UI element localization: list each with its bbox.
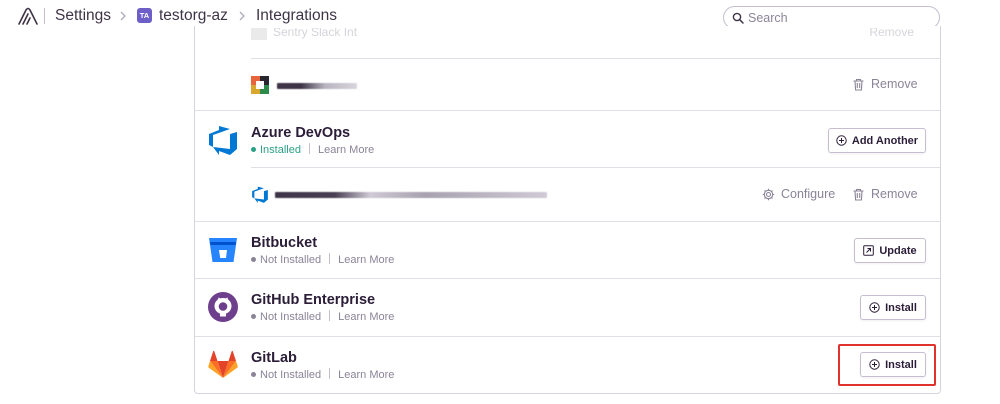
breadcrumb-org[interactable]: testorg-az	[159, 6, 228, 26]
status-label: Not Installed	[260, 369, 322, 381]
logo-divider	[44, 8, 45, 24]
bitbucket-logo-icon	[209, 238, 237, 262]
status-label: Not Installed	[260, 311, 322, 323]
remove-button[interactable]: Remove	[852, 77, 918, 91]
status-label: Not Installed	[260, 254, 322, 266]
trash-icon	[853, 78, 864, 91]
install-label: Install	[885, 358, 917, 371]
integration-name: Bitbucket	[251, 235, 318, 251]
status-label: Installed	[260, 144, 301, 156]
install-label: Install	[885, 301, 917, 314]
row-divider	[251, 58, 940, 59]
update-label: Update	[879, 244, 917, 257]
github-logo-icon	[208, 292, 238, 322]
sentry-logo-icon[interactable]	[17, 6, 39, 26]
learn-more-link[interactable]: Learn More	[338, 254, 394, 266]
slack-icon	[251, 76, 269, 94]
chevron-right-icon	[239, 11, 245, 21]
install-button[interactable]: Install	[860, 352, 926, 377]
status-dot	[251, 372, 256, 377]
breadcrumb-integrations: Integrations	[256, 7, 337, 24]
add-another-label: Add Another	[851, 134, 919, 147]
meta-divider	[329, 368, 331, 379]
slack-config-icon	[251, 28, 267, 40]
redacted-config-name	[275, 192, 547, 198]
slack-integration-row: Sentry Slack Int Remove Remove	[195, 26, 940, 111]
bitbucket-row: Bitbucket Not Installed Learn More Update	[195, 222, 940, 279]
integration-name: GitHub Enterprise	[251, 292, 376, 308]
github-enterprise-row: GitHub Enterprise Not Installed Learn Mor…	[195, 279, 940, 337]
plus-circle-icon	[836, 135, 847, 146]
configure-label: Configure	[781, 187, 836, 201]
remove-button[interactable]: Remove	[852, 187, 918, 201]
trash-icon	[853, 188, 864, 201]
redacted-config-name	[277, 83, 357, 89]
search-icon	[732, 12, 744, 24]
azure-devops-row: Azure DevOps Installed Learn More Add Ano…	[195, 111, 940, 222]
row-divider	[251, 167, 940, 168]
update-button[interactable]: Update	[854, 238, 926, 263]
learn-more-link[interactable]: Learn More	[318, 144, 374, 156]
breadcrumb-settings[interactable]: Settings	[55, 6, 111, 26]
meta-divider	[329, 310, 331, 321]
integration-name: GitLab	[251, 350, 297, 366]
status-dot	[251, 257, 256, 262]
configure-button[interactable]: Configure	[762, 187, 835, 201]
org-avatar[interactable]: TA	[137, 8, 152, 23]
chevron-right-icon	[120, 11, 126, 21]
plus-circle-icon	[869, 359, 880, 370]
slack-config-name: Sentry Slack Int	[273, 28, 358, 39]
integration-meta: Not Installed Learn More	[251, 253, 394, 267]
status-dot	[251, 147, 256, 152]
remove-button[interactable]: Remove	[869, 28, 914, 39]
slack-config-row-partial: Sentry Slack Int Remove	[251, 28, 940, 42]
integrations-panel: Sentry Slack Int Remove Remove Azure Dev…	[194, 26, 941, 394]
install-button[interactable]: Install	[860, 295, 926, 320]
remove-label: Remove	[871, 187, 918, 201]
search-input[interactable]	[748, 9, 928, 26]
meta-divider	[308, 143, 310, 154]
gitlab-logo-icon	[208, 350, 238, 378]
azure-devops-small-icon	[252, 186, 268, 203]
integration-name: Azure DevOps	[251, 125, 351, 141]
status-dot	[251, 314, 256, 319]
learn-more-link[interactable]: Learn More	[338, 311, 394, 323]
gear-icon	[762, 188, 775, 200]
plus-circle-icon	[869, 302, 880, 313]
integration-meta: Not Installed Learn More	[251, 368, 394, 382]
add-another-button[interactable]: Add Another	[828, 128, 926, 153]
learn-more-link[interactable]: Learn More	[338, 369, 394, 381]
azure-devops-logo-icon	[209, 126, 237, 155]
remove-label: Remove	[871, 77, 918, 91]
upgrade-icon	[863, 245, 875, 256]
meta-divider	[329, 253, 331, 264]
integration-meta: Installed Learn More	[251, 143, 374, 157]
integration-meta: Not Installed Learn More	[251, 310, 394, 324]
gitlab-row: GitLab Not Installed Learn More Install	[195, 337, 940, 394]
